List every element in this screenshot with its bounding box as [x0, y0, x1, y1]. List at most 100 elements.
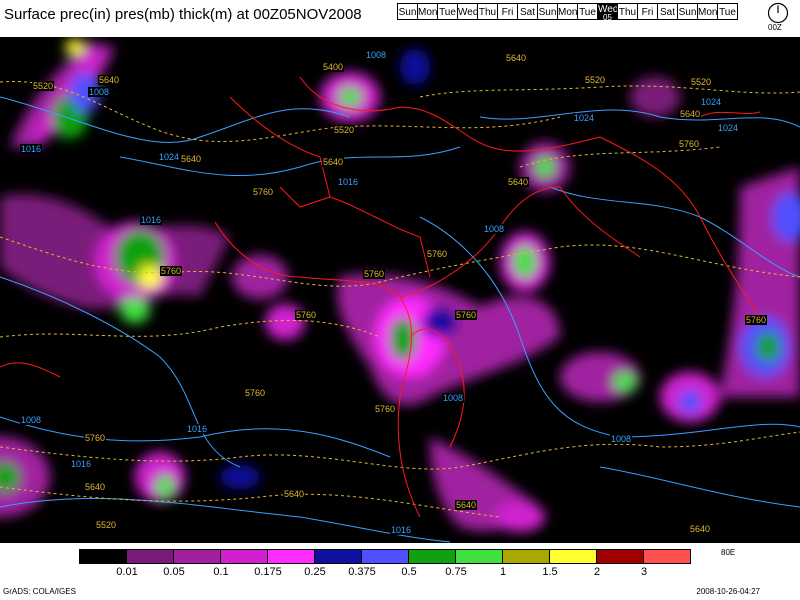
legend-swatch — [408, 549, 456, 564]
thickness-label: 5640 — [505, 53, 528, 63]
day-label: Wed — [458, 7, 479, 18]
thickness-label: 5640 — [180, 154, 203, 164]
day-cell-7: Sun — [537, 3, 558, 20]
thickness-label: 5520 — [690, 77, 713, 87]
legend-swatch — [502, 549, 550, 564]
legend-swatch — [79, 549, 127, 564]
legend-tick: 0.75 — [445, 566, 467, 578]
day-cell-14: Sun — [677, 3, 698, 20]
day-cell-3: Wed — [457, 3, 478, 20]
thickness-label: 5520 — [95, 520, 118, 530]
day-label: Tue — [439, 7, 456, 18]
legend-swatch — [173, 549, 221, 564]
day-label: Sun — [678, 7, 697, 18]
day-cell-11: Thu — [617, 3, 638, 20]
day-cell-13: Sat — [657, 3, 678, 20]
thickness-label: 5640 — [689, 524, 712, 534]
thickness-label: 5760 — [374, 404, 397, 414]
legend-swatch — [549, 549, 597, 564]
legend-swatch — [314, 549, 362, 564]
day-label: Mon — [698, 7, 718, 18]
day-label: Tue — [579, 7, 596, 18]
day-cell-6: Sat — [517, 3, 538, 20]
isobar-label: 1008 — [610, 434, 633, 444]
thickness-label: 5520 — [32, 81, 55, 91]
legend-tick: 0.25 — [304, 566, 326, 578]
run-timestamp: 2008-10-26-04:27 — [696, 587, 760, 596]
legend-trailing-label: 80E — [721, 548, 736, 557]
day-label: Thu — [618, 7, 637, 18]
isobar-label: 1024 — [717, 123, 740, 133]
legend-swatch — [126, 549, 174, 564]
legend-swatch — [455, 549, 503, 564]
thickness-label: 5640 — [507, 177, 530, 187]
day-label: Mon — [558, 7, 578, 18]
thickness-label: 5760 — [745, 315, 768, 325]
thickness-label: 5640 — [84, 482, 107, 492]
day-cell-0: Sun — [397, 3, 418, 20]
isobar-label: 1024 — [158, 152, 181, 162]
day-cell-8: Mon — [557, 3, 578, 20]
thickness-label: 5640 — [283, 489, 306, 499]
thickness-label: 5760 — [363, 269, 386, 279]
day-selector: Sun Mon Tue Wed Thu Fri Sat Sun Mon Tue Wed 05 Thu Fr… — [397, 3, 738, 22]
isobar-label: 1024 — [700, 97, 723, 107]
weather-map: 1024 1008 1008 1024 1016 1016 1016 1008 1024 1024… — [0, 37, 800, 543]
legend-tick: 1 — [499, 566, 507, 578]
isobar-label: 1008 — [483, 224, 506, 234]
day-label: Sat — [519, 7, 535, 18]
day-label: Fri — [641, 7, 654, 18]
legend-tick: 0.05 — [163, 566, 185, 578]
day-label: Mon — [418, 7, 438, 18]
thickness-label: 5760 — [455, 310, 478, 320]
day-cell-5: Fri — [497, 3, 518, 20]
isobar-label: 1016 — [70, 459, 93, 469]
isobar-label: 1016 — [140, 215, 163, 225]
isobar-label: 1008 — [442, 393, 465, 403]
thickness-label: 5640 — [679, 109, 702, 119]
day-label: Sat — [659, 7, 675, 18]
thickness-label: 5760 — [160, 266, 183, 276]
isobar-label: 1016 — [337, 177, 360, 187]
day-label: Sun — [398, 7, 417, 18]
isobar-label: 1024 — [573, 113, 596, 123]
day-label: Sun — [538, 7, 557, 18]
day-cell-2: Tue — [437, 3, 458, 20]
isobar-label: 1016 — [20, 144, 43, 154]
thickness-label: 5760 — [244, 388, 267, 398]
day-cell-16: Tue — [717, 3, 738, 20]
legend-tick: 0.1 — [213, 566, 229, 578]
legend-tick: 0.01 — [116, 566, 138, 578]
day-label: Thu — [478, 7, 497, 18]
thickness-label: 5520 — [584, 75, 607, 85]
software-credit: GrADS: COLA/IGES — [3, 587, 76, 596]
legend-swatch — [267, 549, 315, 564]
thickness-label: 5640 — [322, 157, 345, 167]
day-cell-10: Wed 05 — [597, 3, 618, 22]
thickness-label: 5400 — [322, 62, 345, 72]
thickness-label: 5760 — [84, 433, 107, 443]
legend-tick: 0.375 — [348, 566, 376, 578]
isobar-label: 1016 — [186, 424, 209, 434]
legend-tick: 0.175 — [254, 566, 282, 578]
day-cell-15: Mon — [697, 3, 718, 20]
thickness-label: 5760 — [295, 310, 318, 320]
isobar-label: 1008 — [88, 87, 111, 97]
legend-tick: 0.5 — [401, 566, 417, 578]
isobar-label: 1008 — [365, 50, 388, 60]
legend-swatch — [220, 549, 268, 564]
clock-label: 00Z — [768, 23, 782, 32]
day-number: 05 — [603, 13, 612, 22]
isobar-label: 1008 — [20, 415, 43, 425]
thickness-label: 5760 — [252, 187, 275, 197]
legend-tick: 1.5 — [542, 566, 558, 578]
isobar-label: 1016 — [390, 525, 413, 535]
thickness-label: 5640 — [455, 500, 478, 510]
day-cell-12: Fri — [637, 3, 658, 20]
legend-swatch — [643, 549, 691, 564]
day-cell-1: Mon — [417, 3, 438, 20]
day-cell-9: Tue — [577, 3, 598, 20]
legend-swatch — [361, 549, 409, 564]
legend-swatch — [596, 549, 644, 564]
thickness-label: 5640 — [98, 75, 121, 85]
